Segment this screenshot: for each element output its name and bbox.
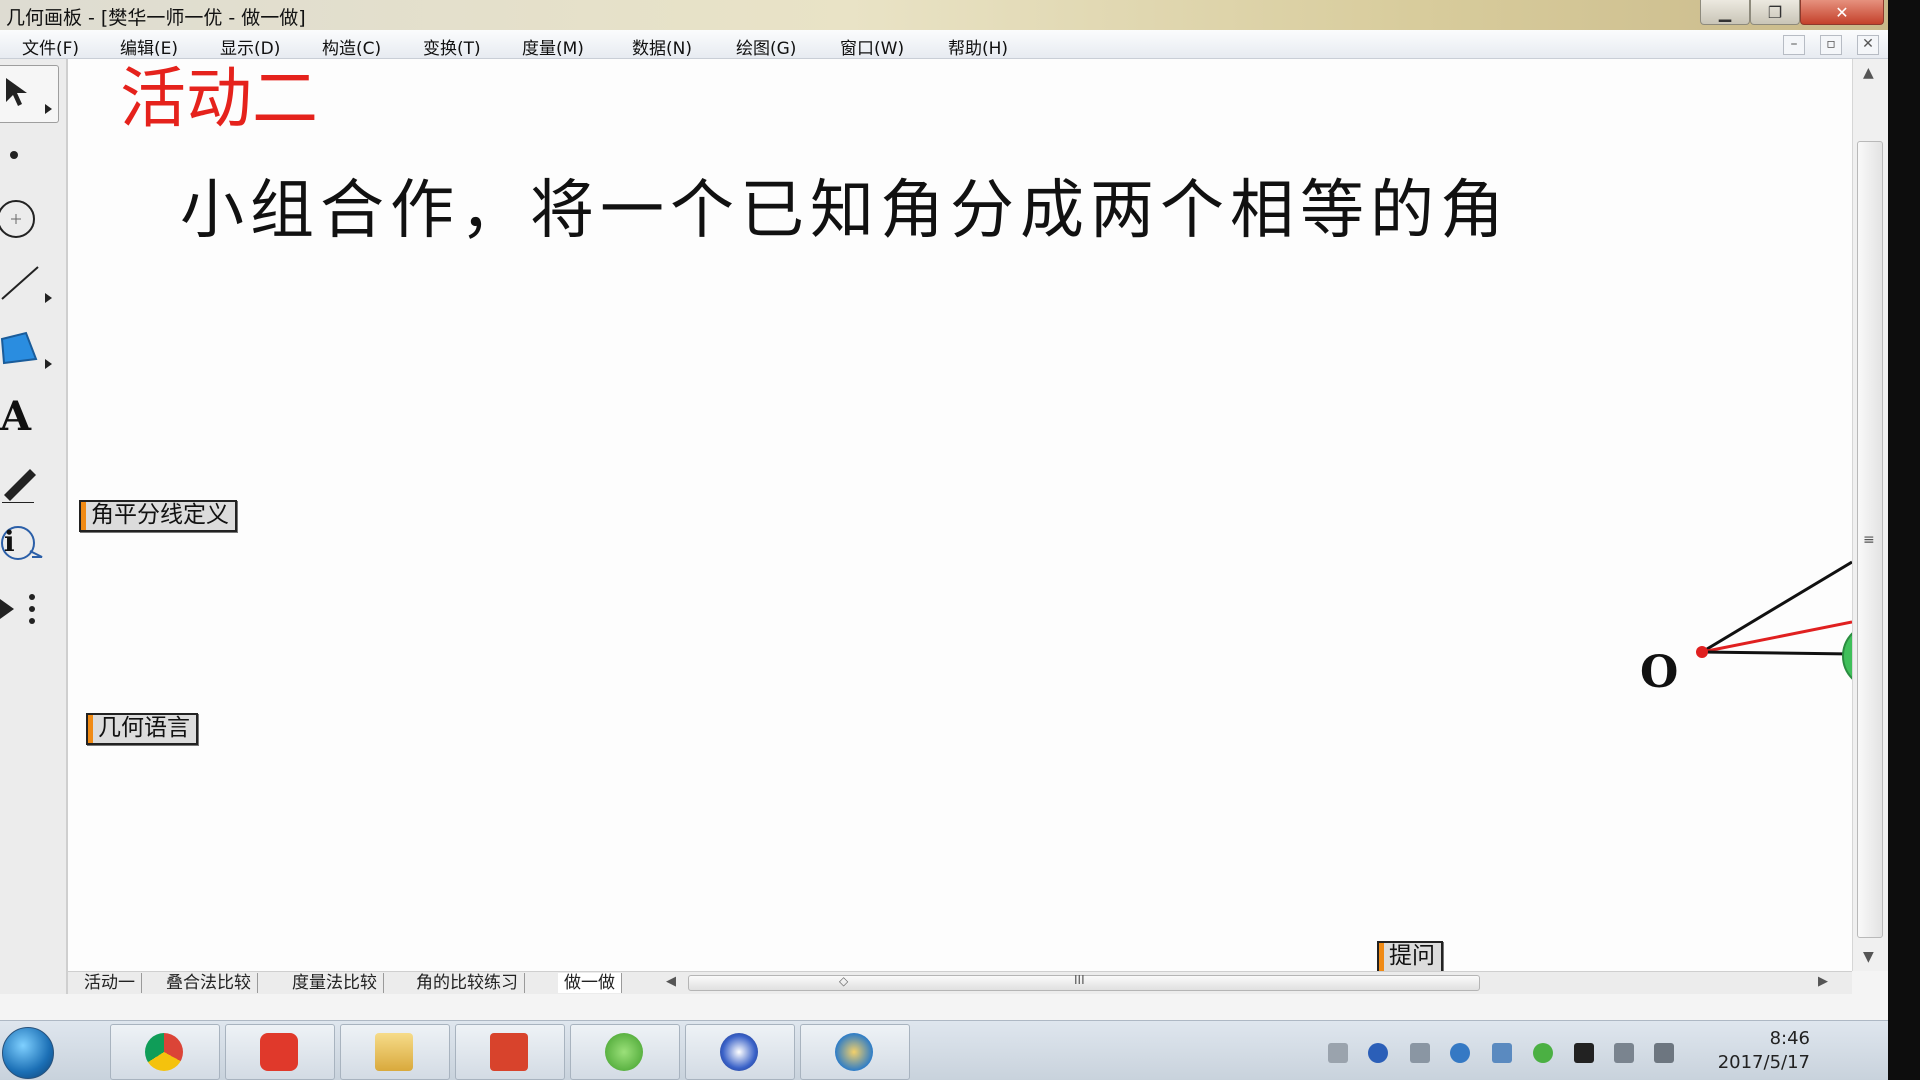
custom-tools[interactable] xyxy=(0,583,58,639)
horizontal-thumb-grip: III xyxy=(1074,973,1085,987)
chrome-icon xyxy=(145,1033,183,1071)
tool-menu-indicator-icon xyxy=(45,359,52,369)
doc-restore-button[interactable]: ▫ xyxy=(1820,35,1842,55)
tab-overlap-compare[interactable]: 叠合法比较 xyxy=(160,973,258,993)
information-tool[interactable]: i xyxy=(0,517,58,573)
minimize-button[interactable]: ▁ xyxy=(1700,0,1750,25)
protractor-handle[interactable] xyxy=(1842,624,1852,688)
vertex-point-o[interactable] xyxy=(1696,646,1708,658)
sketch-canvas[interactable]: 活动二 小组合作，将一个已知角分成两个相等的角 角平分线定义 几何语言 提问 3… xyxy=(68,59,1852,971)
tab-angle-practice[interactable]: 角的比较练习 xyxy=(410,973,525,993)
menu-graph[interactable]: 绘图(G) xyxy=(736,34,796,59)
taskbar-weibo[interactable] xyxy=(225,1024,335,1080)
tab-do-it[interactable]: 做一做 xyxy=(558,973,622,993)
circle-icon xyxy=(0,200,35,238)
screen-edge xyxy=(1888,0,1920,1080)
compass-tool[interactable] xyxy=(0,191,58,247)
green-app-icon xyxy=(605,1033,643,1071)
taskbar-green-app[interactable] xyxy=(570,1024,680,1080)
taskbar-media[interactable] xyxy=(685,1024,795,1080)
marker-tool[interactable] xyxy=(0,451,58,507)
line-segment-icon xyxy=(1,266,39,300)
vertex-label: O xyxy=(1640,647,1679,698)
polygon-icon xyxy=(0,331,38,365)
taskbar-presentation[interactable] xyxy=(455,1024,565,1080)
page-tab-strip: 活动一 叠合法比较 度量法比较 角的比较练习 做一做 ◀ ◇ III ▶ xyxy=(68,971,1852,994)
screen: 几何画板 - [樊华一师一优 - 做一做] ▁ ❐ ✕ 文件(F) 编辑(E) … xyxy=(0,0,1888,1080)
polygon-tool[interactable] xyxy=(0,321,58,377)
doc-close-button[interactable]: ✕ xyxy=(1857,35,1879,55)
clock-date: 2017/5/17 xyxy=(1717,1052,1810,1073)
straightedge-tool[interactable] xyxy=(0,255,58,311)
angle-lower-ray xyxy=(1701,650,1852,656)
point-icon xyxy=(10,151,18,159)
network-icon[interactable] xyxy=(1614,1043,1634,1063)
scroll-right-icon[interactable]: ▶ xyxy=(1818,974,1828,989)
menu-measure[interactable]: 度量(M) xyxy=(522,34,584,59)
scroll-position-marker: ◇ xyxy=(839,974,849,988)
keyboard-icon[interactable] xyxy=(1328,1043,1348,1063)
taskbar-file-explorer[interactable] xyxy=(340,1024,450,1080)
tab-measure-compare[interactable]: 度量法比较 xyxy=(286,973,384,993)
menu-data[interactable]: 数据(N) xyxy=(632,34,692,59)
custom-tools-icon xyxy=(0,594,35,624)
tool-menu-indicator-icon xyxy=(45,104,52,114)
arrow-cursor-icon xyxy=(6,78,27,106)
media-icon xyxy=(720,1033,758,1071)
clock-time: 8:46 xyxy=(1769,1028,1810,1049)
arrow-tool[interactable] xyxy=(0,65,59,123)
horizontal-scrollbar[interactable]: ◀ ◇ III ▶ xyxy=(658,973,1848,991)
start-button[interactable] xyxy=(2,1027,54,1079)
title-bar: 几何画板 - [樊华一师一优 - 做一做] ▁ ❐ ✕ xyxy=(0,0,1888,30)
tray-arrow-icon[interactable] xyxy=(1410,1043,1430,1063)
system-clock[interactable]: 8:46 2017/5/17 xyxy=(1718,1027,1810,1075)
folder-icon xyxy=(375,1033,413,1071)
taskbar-sketchpad[interactable] xyxy=(800,1024,910,1080)
menu-edit[interactable]: 编辑(E) xyxy=(120,34,178,59)
scroll-up-icon[interactable]: ▲ xyxy=(1863,65,1874,81)
point-tool[interactable] xyxy=(0,129,58,185)
vertical-scroll-thumb[interactable]: ≡ xyxy=(1857,141,1883,938)
network-globe-icon[interactable] xyxy=(1450,1043,1470,1063)
tab-activity-one[interactable]: 活动一 xyxy=(78,973,142,993)
doc-minimize-button[interactable]: – xyxy=(1783,35,1805,55)
info-glyph: i xyxy=(4,525,15,558)
marker-pen-icon xyxy=(2,469,36,503)
presentation-icon xyxy=(490,1033,528,1071)
volume-icon[interactable] xyxy=(1654,1043,1674,1063)
horizontal-scroll-thumb[interactable]: ◇ III xyxy=(688,973,1480,991)
security-icon[interactable] xyxy=(1533,1043,1553,1063)
scroll-left-icon[interactable]: ◀ xyxy=(666,974,676,989)
gpu-icon[interactable] xyxy=(1574,1043,1594,1063)
menu-window[interactable]: 窗口(W) xyxy=(840,34,904,59)
tool-menu-indicator-icon xyxy=(45,293,52,303)
text-tool-icon: A xyxy=(0,393,32,440)
help-icon[interactable] xyxy=(1368,1043,1388,1063)
text-tool[interactable]: A xyxy=(0,387,58,443)
sketchpad-icon xyxy=(835,1033,873,1071)
menu-transform[interactable]: 变换(T) xyxy=(423,34,481,59)
angle-figure: 34 xyxy=(1696,560,1852,688)
vertical-scrollbar[interactable]: ▲ ≡ ▼ xyxy=(1852,59,1888,971)
menu-construct[interactable]: 构造(C) xyxy=(322,34,381,59)
monitor-icon[interactable] xyxy=(1492,1043,1512,1063)
scroll-down-icon[interactable]: ▼ xyxy=(1863,949,1874,965)
taskbar: 8:46 2017/5/17 xyxy=(0,1020,1888,1080)
close-button[interactable]: ✕ xyxy=(1800,0,1884,25)
maximize-button[interactable]: ❐ xyxy=(1750,0,1800,25)
window-title: 几何画板 - [樊华一师一优 - 做一做] xyxy=(6,7,306,29)
toolbox: A i xyxy=(0,59,68,994)
taskbar-chrome[interactable] xyxy=(110,1024,220,1080)
menu-help[interactable]: 帮助(H) xyxy=(948,34,1008,59)
vertical-thumb-grip: ≡ xyxy=(1863,532,1875,548)
menu-bar: 文件(F) 编辑(E) 显示(D) 构造(C) 变换(T) 度量(M) 数据(N… xyxy=(0,30,1888,59)
menu-file[interactable]: 文件(F) xyxy=(22,34,79,59)
weibo-icon xyxy=(260,1033,298,1071)
menu-display[interactable]: 显示(D) xyxy=(220,34,280,59)
